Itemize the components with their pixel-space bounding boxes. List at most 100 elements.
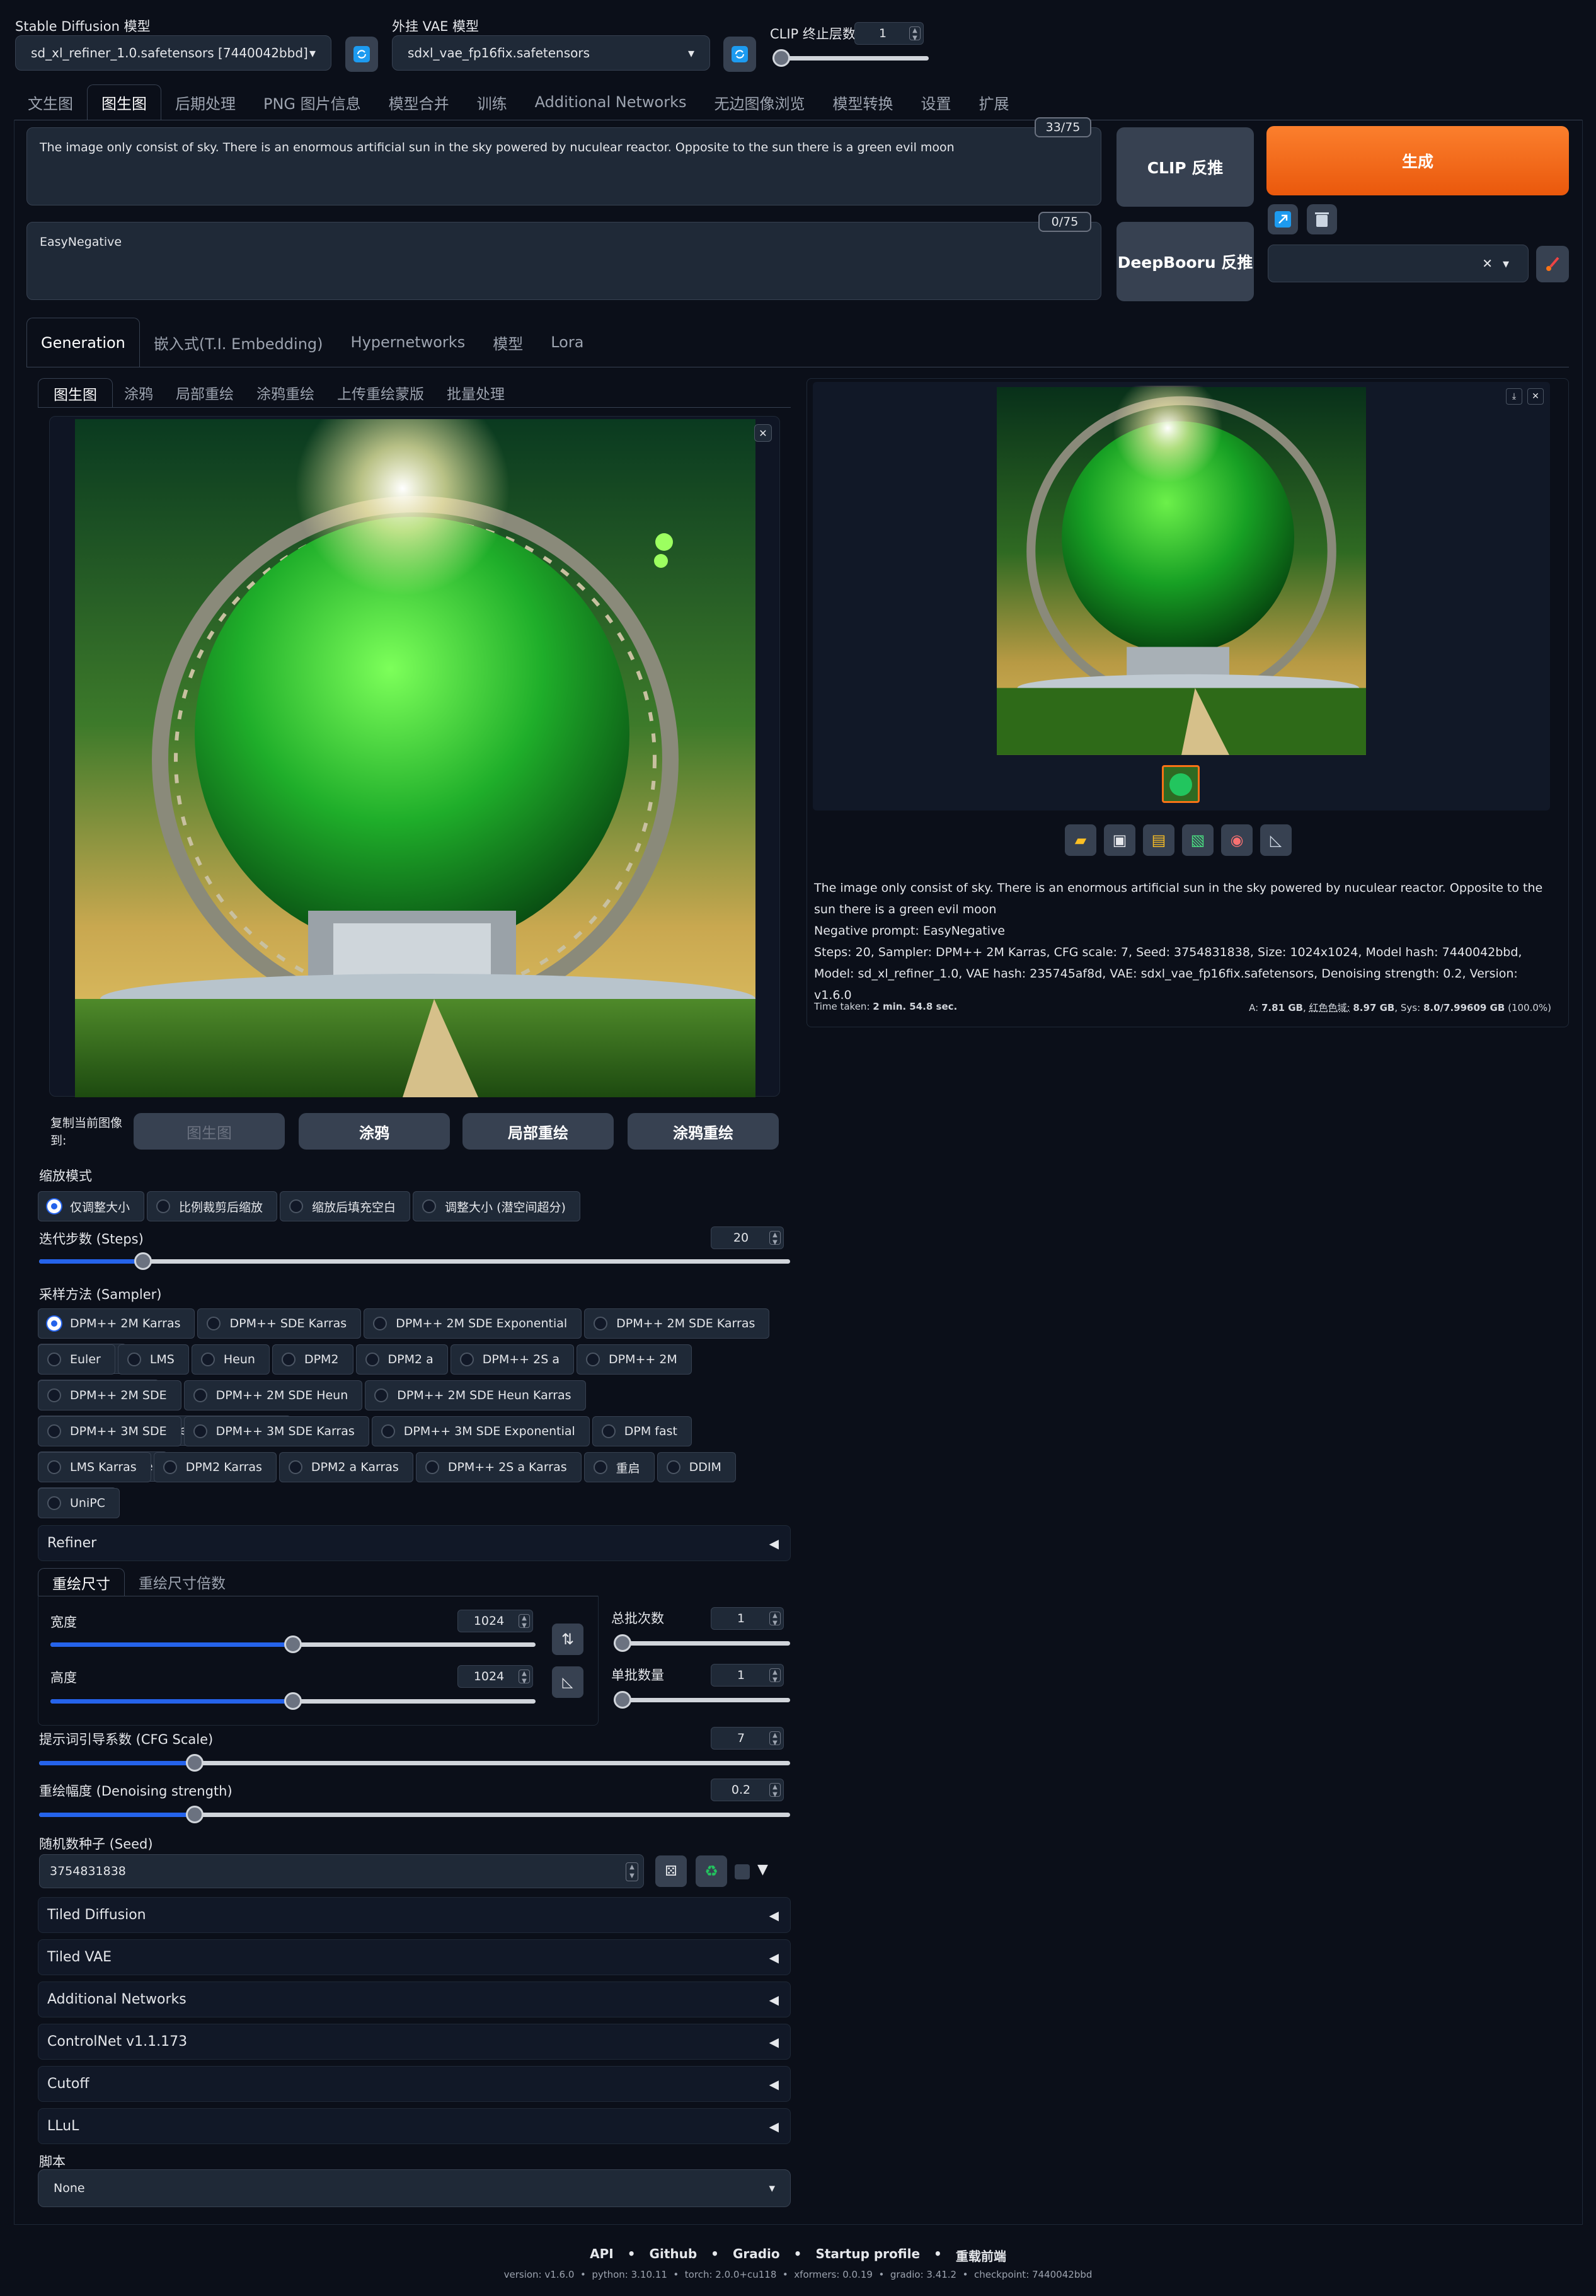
width-input[interactable]: 1024 ▲ ▼ (457, 1610, 533, 1632)
sampler-radio[interactable]: DPM2 (272, 1344, 353, 1375)
paste-params-button[interactable] (1268, 204, 1298, 234)
sampler-radio[interactable]: DPM++ 3M SDE Exponential (371, 1416, 590, 1446)
cfg-input[interactable]: 7 ▲ ▼ (711, 1727, 784, 1750)
thumbnail[interactable] (1162, 765, 1200, 803)
llul-accordion[interactable]: LLuL ◀ (38, 2108, 791, 2144)
sd-model-select[interactable]: sd_xl_refiner_1.0.safetensors [7440042bb… (15, 35, 331, 71)
cfg-slider[interactable] (39, 1754, 790, 1772)
sampler-radio[interactable]: DPM++ 2M SDE Heun Karras (365, 1380, 586, 1410)
steps-slider[interactable] (39, 1252, 790, 1270)
resize-radio[interactable]: 调整大小 (潜空间超分) (413, 1191, 580, 1221)
slider-knob[interactable] (614, 1691, 631, 1709)
footer-link-github[interactable]: Github (650, 2246, 698, 2264)
stepper-icon[interactable]: ▲ ▼ (769, 1731, 781, 1746)
resize-radio[interactable]: 仅调整大小 (38, 1191, 145, 1221)
stepper-icon[interactable]: ▲ ▼ (519, 1614, 530, 1629)
tab-sketch[interactable]: 涂鸦 (113, 378, 164, 407)
tab-resize-by[interactable]: 重绘尺寸倍数 (125, 1568, 239, 1596)
clear-prompt-button[interactable] (1307, 204, 1337, 234)
expand-arrow-icon[interactable]: ▼ (757, 1862, 768, 1878)
stepper-icon[interactable]: ▲ ▼ (769, 1668, 781, 1683)
controlnet-accordion[interactable]: ControlNet v1.1.173 ◀ (38, 2024, 791, 2060)
tab-img2img-sub[interactable]: 图生图 (38, 378, 113, 407)
footer-link-api[interactable]: API (590, 2246, 614, 2264)
send-to-inpaint-button[interactable]: ◉ (1221, 824, 1253, 856)
tab-inpaint-upload[interactable]: 上传重绘蒙版 (326, 378, 435, 407)
copy-to-inpaint-sketch-button[interactable]: 涂鸦重绘 (628, 1113, 779, 1150)
tab-png-info[interactable]: PNG 图片信息 (250, 84, 375, 120)
batch-size-slider[interactable] (614, 1691, 790, 1709)
send-to-extras-button[interactable]: ◺ (1260, 824, 1292, 856)
width-slider[interactable] (50, 1635, 536, 1653)
additional-networks-accordion[interactable]: Additional Networks ◀ (38, 1982, 791, 2017)
download-icon[interactable]: ⤓ (1506, 388, 1522, 405)
tab-merge[interactable]: 模型合并 (375, 84, 463, 120)
sampler-radio[interactable]: 重启 (583, 1452, 655, 1482)
cutoff-accordion[interactable]: Cutoff ◀ (38, 2066, 791, 2102)
stepper-icon[interactable]: ▲ ▼ (769, 1612, 781, 1627)
height-input[interactable]: 1024 ▲ ▼ (457, 1665, 533, 1688)
slider-knob[interactable] (284, 1692, 302, 1710)
tab-image-browser[interactable]: 无边图像浏览 (700, 84, 818, 120)
denoise-input[interactable]: 0.2 ▲ ▼ (711, 1779, 784, 1801)
sampler-radio[interactable]: DPM2 a Karras (278, 1452, 413, 1482)
close-icon[interactable]: ✕ (1527, 388, 1544, 405)
slider-knob[interactable] (134, 1252, 152, 1270)
tab-txt2img[interactable]: 文生图 (14, 84, 87, 120)
tab-hypernetworks[interactable]: Hypernetworks (337, 318, 479, 367)
footer-link-gradio[interactable]: Gradio (733, 2246, 780, 2264)
tab-img2img[interactable]: 图生图 (87, 84, 161, 120)
tab-additional-networks[interactable]: Additional Networks (521, 84, 701, 120)
tiled-vae-accordion[interactable]: Tiled VAE ◀ (38, 1939, 791, 1975)
tab-generation[interactable]: Generation (26, 318, 140, 367)
sampler-radio[interactable]: UniPC (38, 1488, 120, 1518)
input-image-panel[interactable]: ✕ (49, 416, 780, 1097)
sampler-radio[interactable]: DPM++ 2M Karras (38, 1308, 195, 1339)
sampler-radio[interactable]: DPM++ 3M SDE Karras (183, 1416, 369, 1446)
tab-settings[interactable]: 设置 (907, 84, 965, 120)
sampler-radio[interactable]: DPM++ 2M SDE Heun (183, 1380, 363, 1410)
styles-select[interactable]: ✕ ▾ (1268, 245, 1529, 282)
refresh-vae-button[interactable] (723, 37, 756, 72)
slider-knob[interactable] (186, 1754, 204, 1772)
tab-extras[interactable]: 后期处理 (161, 84, 250, 120)
slider-knob[interactable] (772, 49, 790, 67)
sampler-radio[interactable]: DPM2 Karras (153, 1452, 277, 1482)
script-select[interactable]: None ▾ (38, 2169, 791, 2207)
sampler-radio[interactable]: DPM++ SDE Karras (197, 1308, 362, 1339)
tab-inpaint[interactable]: 局部重绘 (164, 378, 245, 407)
batch-size-input[interactable]: 1 ▲ ▼ (711, 1664, 784, 1687)
batch-count-input[interactable]: 1 ▲ ▼ (711, 1607, 784, 1630)
clip-interrogate-button[interactable]: CLIP 反推 (1117, 127, 1254, 207)
deepbooru-button[interactable]: DeepBooru 反推 (1117, 222, 1254, 301)
vae-select[interactable]: sdxl_vae_fp16fix.safetensors ▾ (392, 35, 710, 71)
tab-embedding[interactable]: 嵌入式(T.I. Embedding) (140, 318, 337, 367)
tab-inpaint-sketch[interactable]: 涂鸦重绘 (245, 378, 326, 407)
random-seed-button[interactable]: ⚄ (655, 1855, 687, 1887)
resize-radio[interactable]: 缩放后填充空白 (280, 1191, 411, 1221)
slider-knob[interactable] (186, 1806, 204, 1823)
open-folder-button[interactable]: ▰ (1065, 824, 1096, 856)
slider-knob[interactable] (614, 1634, 631, 1652)
copy-to-sketch-button[interactable]: 涂鸦 (299, 1113, 450, 1150)
tab-model-convert[interactable]: 模型转换 (818, 84, 907, 120)
sampler-radio[interactable]: Euler (38, 1344, 115, 1375)
stepper-icon[interactable]: ▲ ▼ (909, 26, 921, 42)
copy-to-img2img-button[interactable]: 图生图 (134, 1113, 285, 1150)
sampler-radio[interactable]: DPM++ 2S a (450, 1344, 574, 1375)
sampler-radio[interactable]: LMS Karras (38, 1452, 151, 1482)
seed-input[interactable]: 3754831838 ▲ ▼ (39, 1854, 644, 1888)
sampler-radio[interactable]: LMS (117, 1344, 189, 1375)
sampler-radio[interactable]: DPM++ 2M SDE Karras (584, 1308, 770, 1339)
sampler-radio[interactable]: DPM++ 3M SDE (38, 1416, 181, 1446)
footer-link-reload-ui[interactable]: 重载前端 (956, 2246, 1006, 2264)
prompt-textarea[interactable]: The image only consist of sky. There is … (26, 127, 1101, 205)
send-to-img2img-button[interactable]: ▧ (1182, 824, 1214, 856)
extra-seed-checkbox[interactable] (735, 1864, 750, 1879)
stepper-icon[interactable]: ▲ ▼ (519, 1670, 530, 1685)
copy-to-inpaint-button[interactable]: 局部重绘 (462, 1113, 614, 1150)
close-icon[interactable]: ✕ (1482, 256, 1493, 271)
refresh-model-button[interactable] (345, 37, 378, 72)
height-slider[interactable] (50, 1692, 536, 1710)
tab-train[interactable]: 训练 (463, 84, 521, 120)
